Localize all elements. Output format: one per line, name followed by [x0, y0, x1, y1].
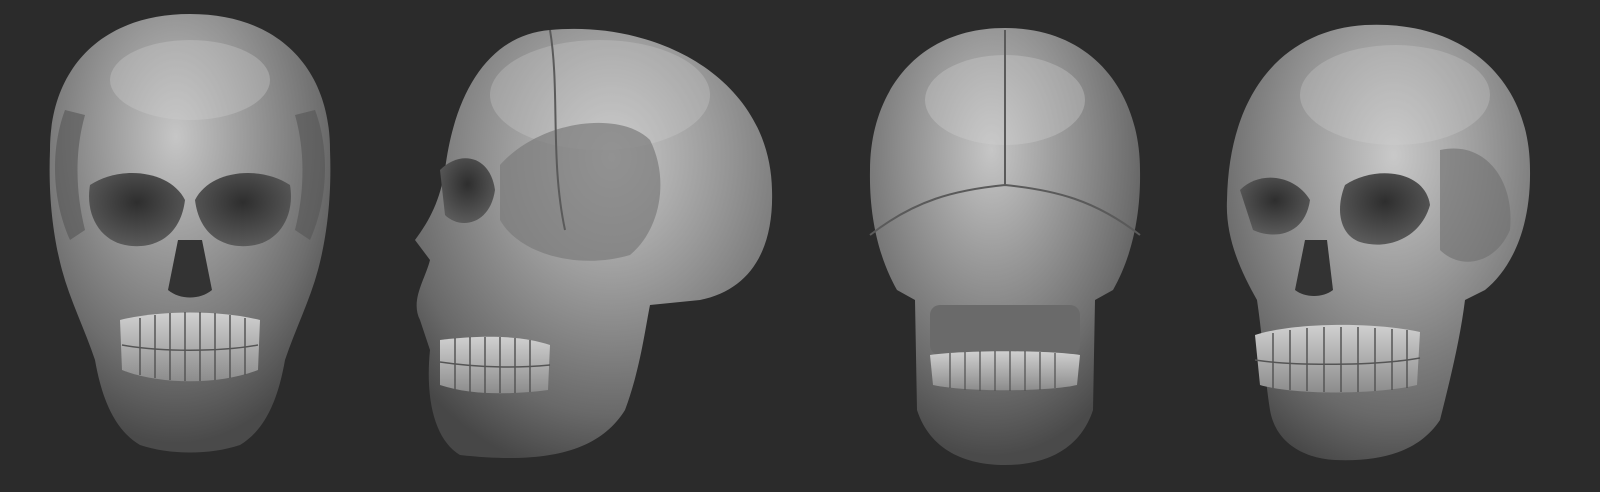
skull-back-view [855, 0, 1155, 492]
skull-front-view [30, 0, 350, 492]
skull-front-render [49, 14, 331, 453]
skull-side-view [400, 0, 790, 492]
skull-side-render [415, 28, 773, 458]
skull-three-quarter-view [1215, 0, 1545, 492]
skull-three-quarter-render [1226, 24, 1531, 461]
skull-back-render [869, 28, 1141, 465]
sculpt-viewport [0, 0, 1600, 492]
